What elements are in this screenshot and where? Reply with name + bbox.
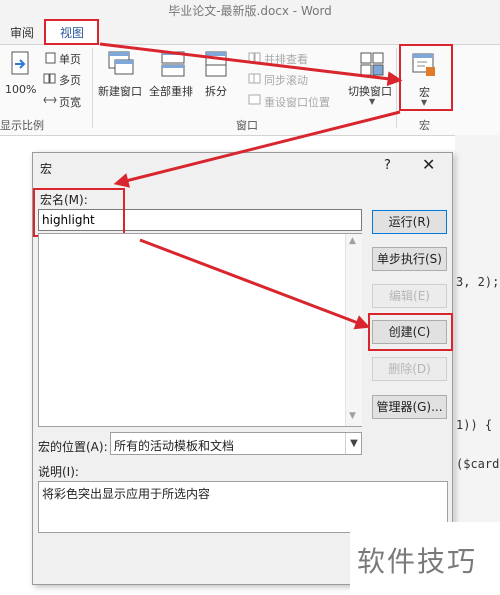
arrange-all-button[interactable]: 全部重排: [149, 83, 193, 99]
close-icon[interactable]: ✕: [422, 155, 435, 174]
watermark: 软件技巧: [357, 545, 478, 578]
tab-view[interactable]: 视图: [60, 24, 84, 41]
reset-window-position-icon: [248, 94, 261, 105]
dialog-title: 宏: [40, 162, 53, 176]
new-window-button[interactable]: 新建窗口: [98, 83, 142, 99]
arrange-all-icon: [161, 51, 185, 77]
multi-page-icon: [43, 73, 56, 84]
switch-window-icon: [360, 52, 384, 76]
scroll-down-icon[interactable]: ▼: [349, 411, 356, 421]
split-button[interactable]: 拆分: [205, 83, 227, 99]
code-line: ($card: [456, 457, 500, 471]
page-width-icon: [43, 96, 57, 104]
code-line: 3, 2);: [456, 275, 500, 289]
step-into-button[interactable]: 单步执行(S): [372, 247, 447, 271]
sync-scroll-icon: [248, 73, 261, 84]
macro-location-value: 所有的活动模板和文档: [114, 439, 235, 453]
delete-button[interactable]: 删除(D): [372, 357, 447, 381]
single-page-button[interactable]: 单页: [59, 51, 81, 67]
sync-scroll-button[interactable]: 同步滚动: [264, 72, 308, 88]
window-group-label: 窗口: [236, 119, 258, 132]
help-button[interactable]: ?: [384, 158, 391, 173]
run-button[interactable]: 运行(R): [372, 210, 447, 234]
multi-page-button[interactable]: 多页: [59, 72, 81, 88]
description-text: 将彩色突出显示应用于所选内容: [42, 487, 211, 501]
code-line: 1)) {: [456, 418, 493, 432]
switch-window-dropdown-icon[interactable]: ▼: [369, 97, 375, 106]
macro-list-scrollbar[interactable]: [345, 234, 362, 426]
page-width-button[interactable]: 页宽: [59, 94, 81, 110]
zoom-100-icon: [11, 51, 29, 75]
zoom-group-label: 显示比例: [0, 119, 44, 132]
tab-review[interactable]: 审阅: [10, 24, 34, 41]
macro-group-label: 宏: [419, 119, 430, 132]
side-by-side-icon: [248, 52, 261, 63]
reset-window-position-button[interactable]: 重设窗口位置: [264, 94, 330, 110]
new-window-icon: [108, 51, 134, 75]
organizer-button[interactable]: 管理器(G)...: [372, 395, 447, 419]
macro-list[interactable]: [38, 233, 362, 427]
chevron-down-icon[interactable]: ▼: [345, 433, 362, 454]
scroll-up-icon[interactable]: ▲: [349, 236, 356, 246]
window-title: 毕业论文-最新版.docx - Word: [168, 4, 332, 18]
create-button-highlight: [368, 313, 453, 351]
split-icon: [205, 51, 227, 77]
edit-button[interactable]: 编辑(E): [372, 284, 447, 308]
macro-name-highlight: [33, 188, 125, 237]
group-divider: [92, 48, 93, 128]
side-by-side-button[interactable]: 并排查看: [264, 51, 308, 67]
zoom-100-button[interactable]: 100%: [5, 83, 36, 96]
group-divider: [396, 48, 397, 128]
description-label: 说明(I):: [38, 465, 79, 479]
macro-button-highlight: [399, 44, 453, 111]
macro-location-label: 宏的位置(A):: [38, 440, 108, 454]
single-page-icon: [45, 52, 56, 64]
